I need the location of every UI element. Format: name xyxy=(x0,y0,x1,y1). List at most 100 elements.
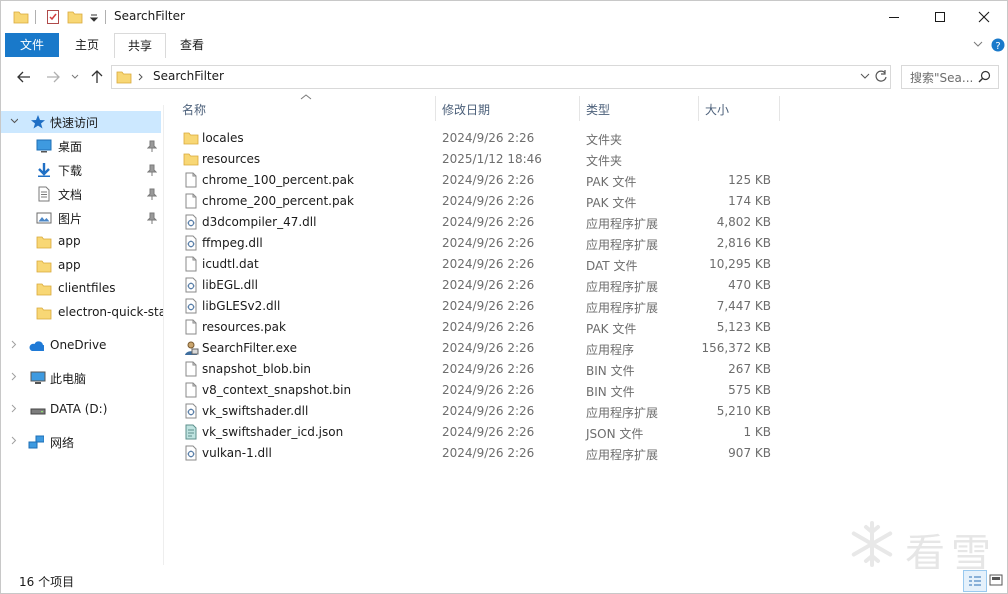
column-header-label: 大小 xyxy=(705,103,730,117)
file-row[interactable]: vulkan-1.dll 2024/9/26 2:26 应用程序扩展 907 KB xyxy=(173,443,779,464)
nav-item-network[interactable]: 网络 xyxy=(1,431,161,453)
file-row[interactable]: chrome_100_percent.pak 2024/9/26 2:26 PAK … xyxy=(173,170,779,191)
file-row[interactable]: icudtl.dat 2024/9/26 2:26 DAT 文件 10,295 KB xyxy=(173,254,779,275)
column-header-name[interactable]: 名称 xyxy=(173,96,435,121)
address-history-icon[interactable] xyxy=(860,73,870,81)
file-type: 应用程序扩展 xyxy=(586,406,659,420)
file-row[interactable]: libEGL.dll 2024/9/26 2:26 应用程序扩展 470 KB xyxy=(173,275,779,296)
status-bar: 16 个项目 xyxy=(1,569,1007,593)
nav-item-desktop[interactable]: 桌面 xyxy=(1,135,161,157)
file-row[interactable]: locales 2024/9/26 2:26 文件夹 xyxy=(173,128,779,149)
minimize-button[interactable] xyxy=(871,1,917,33)
help-icon[interactable]: ? xyxy=(991,38,1005,52)
minimize-icon xyxy=(889,17,899,18)
search-box[interactable]: 搜索"Sea... xyxy=(901,65,999,89)
file-row[interactable]: snapshot_blob.bin 2024/9/26 2:26 BIN 文件 267… xyxy=(173,359,779,380)
pin-icon[interactable] xyxy=(147,139,157,153)
nav-item-this-pc[interactable]: 此电脑 xyxy=(1,367,161,389)
nav-item-pictures[interactable]: 图片 xyxy=(1,207,161,229)
chevron-right-icon[interactable] xyxy=(10,436,18,446)
file-name: libEGL.dll xyxy=(202,278,258,292)
close-button[interactable] xyxy=(961,1,1007,33)
breadcrumb-chevron-icon[interactable] xyxy=(138,73,144,81)
tab-home[interactable]: 主页 xyxy=(65,33,109,57)
nav-item-documents[interactable]: 文档 xyxy=(1,183,161,205)
file-size: 5,123 KB xyxy=(716,320,771,334)
file-row[interactable]: vk_swiftshader_icd.json 2024/9/26 2:26 JSO… xyxy=(173,422,779,443)
file-size: 4,802 KB xyxy=(716,215,771,229)
maximize-button[interactable] xyxy=(917,1,963,33)
item-count: 16 个项目 xyxy=(19,575,75,589)
file-row[interactable]: v8_context_snapshot.bin 2024/9/26 2:26 BIN… xyxy=(173,380,779,401)
network-icon xyxy=(28,435,44,449)
file-row[interactable]: vk_swiftshader.dll 2024/9/26 2:26 应用程序扩展 5,… xyxy=(173,401,779,422)
folder-icon xyxy=(13,11,29,24)
column-divider[interactable] xyxy=(779,96,780,121)
properties-icon[interactable] xyxy=(45,9,61,25)
file-row[interactable]: d3dcompiler_47.dll 2024/9/26 2:26 应用程序扩展 4,… xyxy=(173,212,779,233)
file-type: 文件夹 xyxy=(586,133,623,147)
file-row[interactable]: libGLESv2.dll 2024/9/26 2:26 应用程序扩展 7,447 K… xyxy=(173,296,779,317)
file-date: 2024/9/26 2:26 xyxy=(442,131,535,145)
expand-ribbon-icon[interactable] xyxy=(973,41,983,49)
nav-item-app[interactable]: app xyxy=(1,255,161,277)
file-size: 125 KB xyxy=(728,173,771,187)
column-header-size[interactable]: 大小 xyxy=(699,96,779,121)
column-header-label: 名称 xyxy=(182,103,207,117)
chevron-right-icon[interactable] xyxy=(10,372,18,382)
navigation-bar: SearchFilter 搜索"Sea... xyxy=(1,58,1007,96)
search-input[interactable]: 搜索"Sea... xyxy=(910,69,973,86)
back-button[interactable] xyxy=(14,67,34,87)
nav-item-clientfiles[interactable]: clientfiles xyxy=(1,278,161,300)
column-header-type[interactable]: 类型 xyxy=(580,96,698,121)
pin-icon[interactable] xyxy=(147,187,157,201)
new-folder-icon[interactable] xyxy=(67,9,83,25)
folder-icon xyxy=(36,283,52,296)
file-row[interactable]: ffmpeg.dll 2024/9/26 2:26 应用程序扩展 2,816 KB xyxy=(173,233,779,254)
nav-item-onedrive[interactable]: OneDrive xyxy=(1,335,161,357)
file-date: 2024/9/26 2:26 xyxy=(442,194,535,208)
file-name: chrome_100_percent.pak xyxy=(202,173,354,187)
forward-button[interactable] xyxy=(43,67,63,87)
recent-locations-button[interactable] xyxy=(65,67,85,87)
chevron-right-icon[interactable] xyxy=(10,340,18,350)
nav-item-label: app xyxy=(58,234,81,248)
nav-item-drive-d[interactable]: DATA (D:) xyxy=(1,399,161,421)
address-bar[interactable]: SearchFilter xyxy=(111,65,891,89)
file-type: PAK 文件 xyxy=(586,196,637,210)
pin-icon[interactable] xyxy=(147,163,157,177)
customize-dropdown-icon[interactable] xyxy=(89,9,99,25)
title-bar: SearchFilter xyxy=(1,1,1007,33)
file-row[interactable]: SearchFilter.exe 2024/9/26 2:26 应用程序 156,37… xyxy=(173,338,779,359)
nav-item-downloads[interactable]: 下载 xyxy=(1,159,161,181)
up-button[interactable] xyxy=(87,67,107,87)
file-date: 2024/9/26 2:26 xyxy=(442,236,535,250)
nav-quick-access[interactable]: 快速访问 xyxy=(1,111,161,133)
tab-view[interactable]: 查看 xyxy=(169,33,215,57)
large-icons-view-icon xyxy=(989,574,1003,586)
file-row[interactable]: resources 2025/1/12 18:46 文件夹 xyxy=(173,149,779,170)
file-date: 2024/9/26 2:26 xyxy=(442,299,535,313)
file-name: SearchFilter.exe xyxy=(202,341,297,355)
breadcrumb[interactable]: SearchFilter xyxy=(153,69,224,83)
file-row[interactable]: chrome_200_percent.pak 2024/9/26 2:26 PAK … xyxy=(173,191,779,212)
tab-file[interactable]: 文件 xyxy=(5,33,59,57)
chevron-down-icon[interactable] xyxy=(10,116,18,126)
file-type: 文件夹 xyxy=(586,154,623,168)
column-header-label: 修改日期 xyxy=(442,103,491,117)
column-header-date[interactable]: 修改日期 xyxy=(436,96,579,121)
file-size: 2,816 KB xyxy=(716,236,771,250)
large-icons-view-button[interactable] xyxy=(985,570,1007,590)
chevron-right-icon[interactable] xyxy=(10,404,18,414)
tab-share[interactable]: 共享 xyxy=(114,33,166,59)
details-view-button[interactable] xyxy=(963,570,987,592)
file-name: ffmpeg.dll xyxy=(202,236,263,250)
file-name: v8_context_snapshot.bin xyxy=(202,383,352,397)
nav-item-electron-quick-start[interactable]: electron-quick-sta xyxy=(1,302,163,324)
refresh-icon[interactable] xyxy=(874,69,888,83)
file-icon xyxy=(185,193,197,209)
file-icon xyxy=(185,361,197,377)
nav-item-app[interactable]: app xyxy=(1,231,161,253)
pin-icon[interactable] xyxy=(147,211,157,225)
file-row[interactable]: resources.pak 2024/9/26 2:26 PAK 文件 5,123 K… xyxy=(173,317,779,338)
